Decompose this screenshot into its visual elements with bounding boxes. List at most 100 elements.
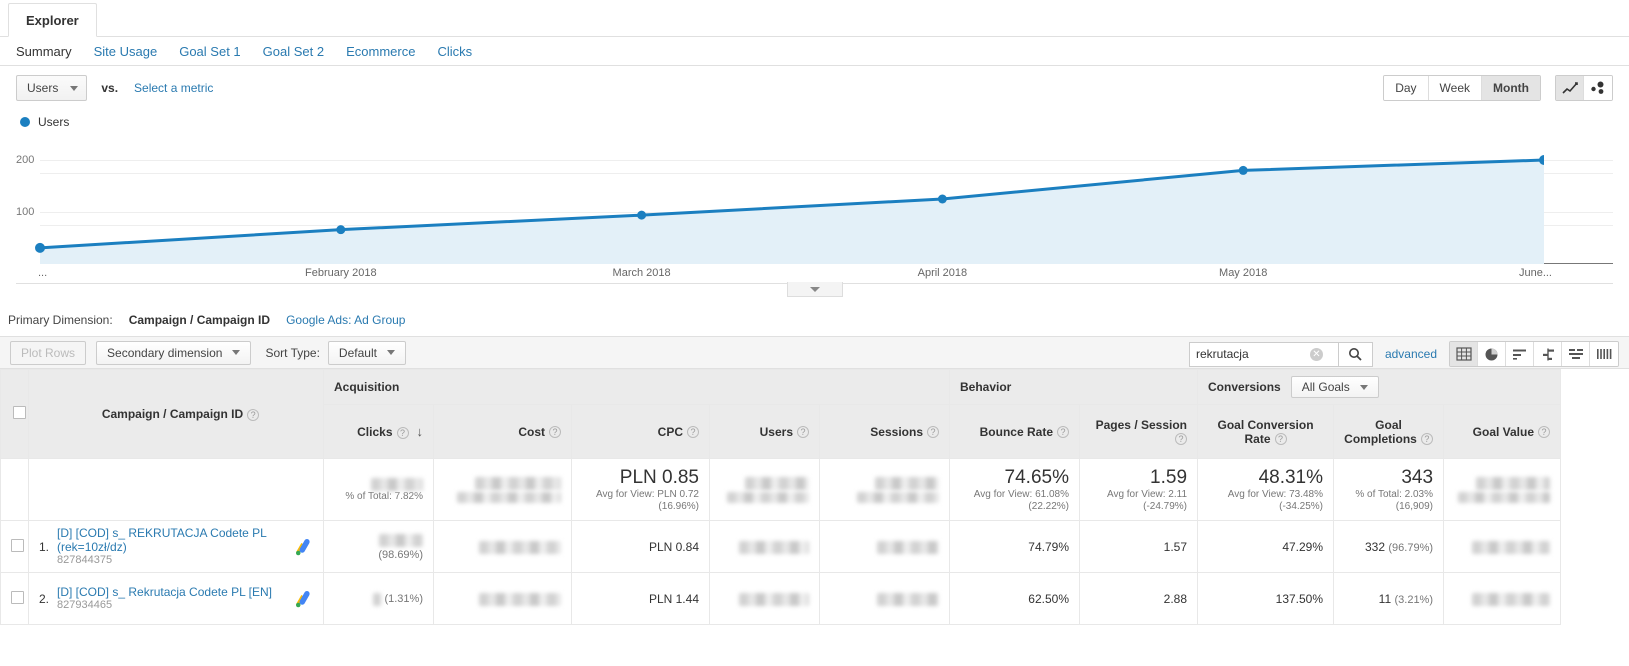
primary-dimension-alternate[interactable]: Google Ads: Ad Group	[286, 313, 405, 327]
help-icon[interactable]: ?	[396, 426, 409, 439]
chart-data-point[interactable]	[637, 210, 647, 220]
goal-value-cell	[1443, 572, 1562, 625]
search-box[interactable]: ✕	[1188, 341, 1339, 367]
help-icon[interactable]: ?	[1538, 426, 1551, 439]
metric-selector-row: Users vs. Select a metric Day Week Month	[0, 66, 1629, 110]
dimension-column-label: Campaign / Campaign ID	[101, 407, 244, 421]
help-icon[interactable]: ?	[247, 408, 260, 421]
secondary-dimension-button[interactable]: Secondary dimension	[96, 340, 252, 365]
totals-cell: PLN 0.85 Avg for View: PLN 0.72 (16.96%)	[571, 458, 710, 521]
column-header-goal-value[interactable]: Goal Value?	[1443, 404, 1562, 459]
metric-select[interactable]: Users	[16, 75, 88, 101]
performance-view-icon[interactable]	[1506, 342, 1534, 366]
totals-cell: 1.59 Avg for View: 2.11 (-24.79%)	[1078, 458, 1199, 521]
plot-rows-button[interactable]: Plot Rows	[10, 340, 87, 365]
column-header-cpc[interactable]: CPC?	[571, 404, 710, 459]
search-input[interactable]	[1189, 346, 1310, 362]
primary-dimension-row: Primary Dimension: Campaign / Campaign I…	[0, 304, 1629, 336]
all-goals-select[interactable]: All Goals	[1290, 376, 1379, 398]
x-axis-label: April 2018	[917, 267, 968, 279]
cost-cell	[433, 520, 572, 573]
chevron-down-icon	[1359, 384, 1368, 390]
totals-subtext-delta: (16,909)	[1395, 500, 1434, 512]
dimension-column-header[interactable]: Campaign / Campaign ID?	[28, 369, 324, 459]
goal-conversion-rate-cell: 47.29%	[1197, 520, 1335, 573]
totals-subtext: Avg for View: 2.11	[1106, 488, 1188, 500]
help-icon[interactable]: ?	[549, 426, 561, 439]
subtab-site-usage[interactable]: Site Usage	[94, 44, 158, 59]
clicks-percent: (1.31%)	[384, 593, 423, 606]
table-toolbar: Plot Rows Secondary dimension Sort Type:…	[0, 336, 1629, 369]
subtab-ecommerce[interactable]: Ecommerce	[346, 44, 415, 59]
tab-explorer[interactable]: Explorer	[8, 3, 97, 37]
column-header-users[interactable]: Users?	[709, 404, 820, 459]
subtab-goal-set-1[interactable]: Goal Set 1	[179, 44, 240, 59]
motion-chart-icon[interactable]	[1584, 76, 1612, 100]
chart-data-point[interactable]	[937, 194, 947, 204]
column-header-cost[interactable]: Cost?	[433, 404, 572, 459]
redacted-subtext	[857, 491, 939, 503]
campaign-link[interactable]: [D] [COD] s_ REKRUTACJA Codete PL (rek=1…	[57, 526, 285, 554]
select-all-checkbox[interactable]	[12, 406, 26, 419]
line-chart-icon[interactable]	[1556, 76, 1584, 100]
chart-data-point[interactable]	[336, 225, 346, 235]
granularity-day[interactable]: Day	[1384, 76, 1429, 100]
bounce-rate-cell: 62.50%	[949, 572, 1080, 625]
granularity-week[interactable]: Week	[1428, 76, 1483, 100]
sort-type-select[interactable]: Default	[327, 340, 406, 365]
select-a-metric-link[interactable]: Select a metric	[134, 81, 213, 95]
sort-descending-icon[interactable]: ↓	[417, 424, 424, 439]
table-row[interactable]: 2. [D] [COD] s_ Rekrutacja Codete PL [EN]…	[0, 572, 1562, 625]
subtab-goal-set-2[interactable]: Goal Set 2	[263, 44, 324, 59]
totals-subtext: Avg for View: 73.48%	[1227, 488, 1324, 500]
help-icon[interactable]: ?	[1175, 433, 1188, 446]
column-header-pages-session[interactable]: Pages / Session?	[1078, 404, 1199, 459]
column-header-label: Sessions	[870, 424, 923, 439]
table-view-toggle	[1449, 341, 1619, 367]
granularity-month[interactable]: Month	[1482, 76, 1540, 100]
pie-chart-view-icon[interactable]	[1478, 342, 1506, 366]
search-button[interactable]	[1338, 341, 1373, 367]
collapse-chart-toggle[interactable]	[786, 282, 843, 297]
help-icon[interactable]: ?	[927, 426, 939, 439]
totals-subtext-delta: (-24.79%)	[1143, 500, 1188, 512]
campaign-link[interactable]: [D] [COD] s_ Rekrutacja Codete PL [EN]	[57, 585, 285, 599]
table-group-header-row: Campaign / Campaign ID? Acquisition Beha…	[0, 369, 1562, 459]
column-header-label: Goal Conversion Rate	[1217, 417, 1314, 446]
column-header-label: Pages / Session	[1095, 417, 1188, 432]
help-icon[interactable]: ?	[1274, 433, 1287, 446]
column-header-bounce-rate[interactable]: Bounce Rate?	[949, 404, 1080, 459]
chart-data-point[interactable]	[1238, 165, 1248, 175]
help-icon[interactable]: ?	[1057, 426, 1069, 439]
row-checkbox[interactable]	[11, 590, 24, 604]
cost-cell	[433, 572, 572, 625]
help-icon[interactable]: ?	[687, 426, 699, 439]
column-header-goal-completions[interactable]: Goal Completions?	[1333, 404, 1445, 459]
pivot-view-icon[interactable]	[1590, 342, 1618, 366]
group-acquisition-label: Acquisition	[334, 380, 400, 394]
help-icon[interactable]: ?	[1420, 433, 1433, 446]
subtab-summary[interactable]: Summary	[16, 44, 72, 59]
chevron-down-icon	[70, 85, 79, 91]
table-view-icon[interactable]	[1450, 342, 1478, 366]
column-header-label: Bounce Rate	[979, 424, 1053, 439]
legend-label-users: Users	[38, 115, 70, 129]
chevron-down-icon	[232, 350, 241, 355]
table-search-area: ✕ advanced	[1188, 341, 1619, 367]
column-header-goal-conversion-rate[interactable]: Goal Conversion Rate?	[1197, 404, 1335, 459]
clear-search-icon[interactable]: ✕	[1309, 347, 1323, 361]
subtab-clicks[interactable]: Clicks	[437, 44, 472, 59]
goal-conversion-rate-value: 137.50%	[1275, 591, 1324, 606]
term-cloud-view-icon[interactable]	[1562, 342, 1590, 366]
chart-controls: Day Week Month	[1383, 75, 1613, 101]
advanced-search-link[interactable]: advanced	[1385, 347, 1437, 361]
table-row[interactable]: 1. [D] [COD] s_ REKRUTACJA Codete PL (rek…	[0, 520, 1562, 573]
column-header-clicks[interactable]: Clicks? ↓	[323, 404, 434, 459]
row-checkbox[interactable]	[11, 538, 24, 552]
comparison-view-icon[interactable]	[1534, 342, 1562, 366]
primary-dimension-current[interactable]: Campaign / Campaign ID	[129, 313, 270, 327]
chart-data-point[interactable]	[35, 242, 45, 253]
totals-cell	[819, 458, 950, 521]
help-icon[interactable]: ?	[797, 426, 809, 439]
column-header-sessions[interactable]: Sessions?	[819, 404, 950, 459]
